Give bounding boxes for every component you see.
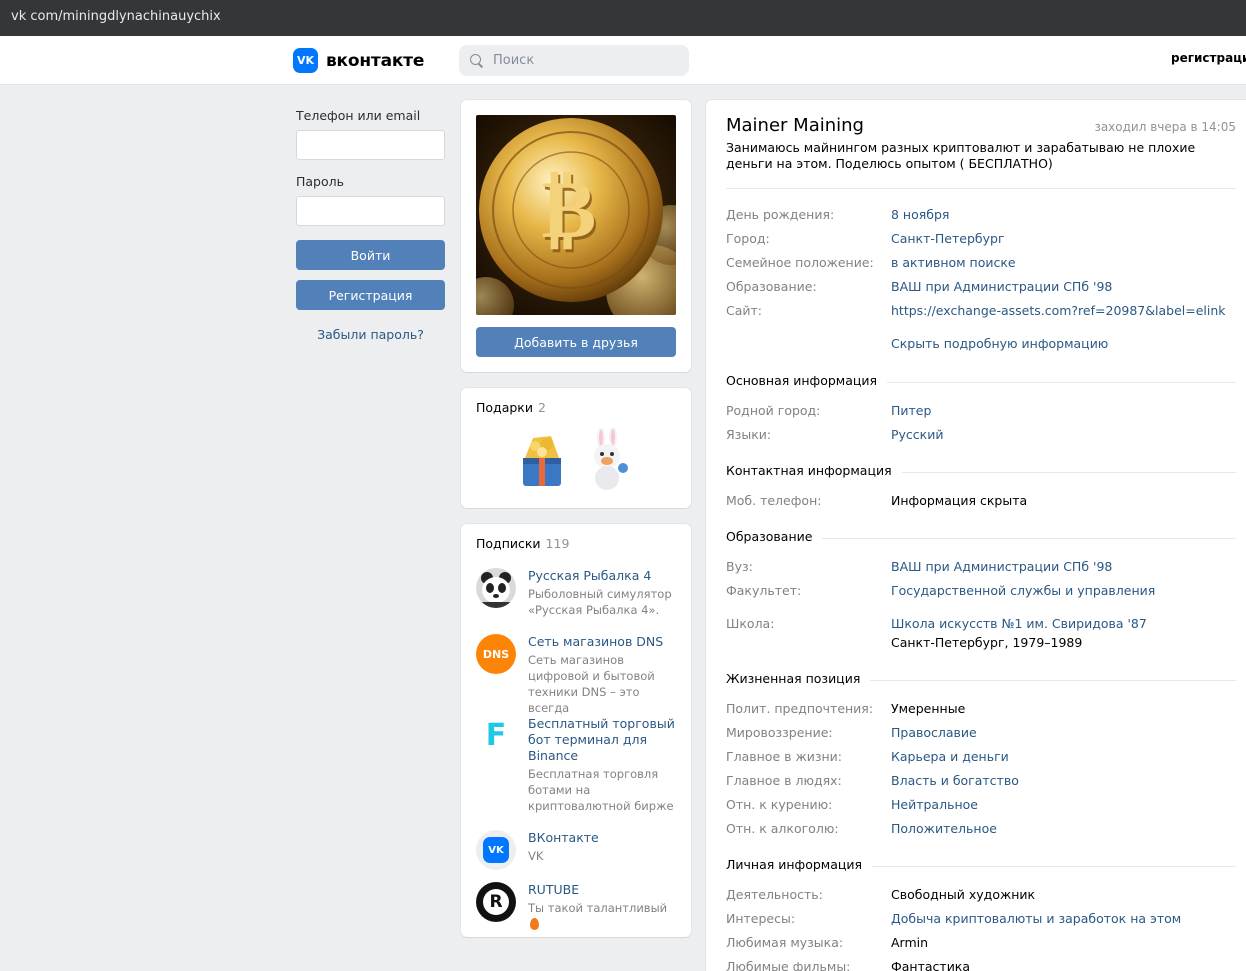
svg-text:₿: ₿ [542, 161, 597, 257]
subscription-name[interactable]: Русская Рыбалка 4 [528, 568, 678, 584]
rutube-logo-icon: R [476, 882, 516, 922]
vk-logo-icon: VK [476, 830, 516, 870]
register-button[interactable]: Регистрация [296, 280, 445, 310]
subscriptions-count: 119 [545, 536, 570, 551]
subscription-desc: VK [528, 849, 544, 863]
password-field[interactable] [296, 196, 445, 226]
profile-status: Занимаюсь майнингом разных криптовалют и… [726, 140, 1196, 171]
address-bar[interactable]: vk com/miningdlynachinauychix [0, 0, 1246, 36]
subscription-name[interactable]: Сеть магазинов DNS [528, 634, 678, 650]
fire-icon [530, 918, 539, 930]
profile-name: Mainer Maining [726, 115, 864, 136]
section-basic-info: Основная информация [726, 373, 1236, 392]
top-header: VK вконтакте Поиск регистрация [0, 36, 1246, 85]
panda-avatar-icon [476, 568, 516, 608]
subscription-desc: Сеть магазинов цифровой и бытовой техник… [528, 653, 655, 715]
vk-logo-icon: VK [293, 48, 318, 73]
divider [726, 188, 1236, 189]
gifts-count: 2 [537, 400, 546, 415]
login-button[interactable]: Войти [296, 240, 445, 270]
subscription-desc: Ты такой талантливый [528, 900, 680, 932]
subscriptions-card: Подписки 119 Русская Рыбалка 4 Рыболовный… [461, 524, 691, 937]
search-icon [469, 53, 484, 68]
vk-logo[interactable]: VK вконтакте [293, 48, 424, 73]
gift-treasure-chest-icon[interactable] [513, 428, 571, 492]
last-seen: заходил вчера в 14:05 [1094, 120, 1236, 134]
password-label: Пароль [296, 174, 344, 189]
f-logo-icon: F [476, 716, 516, 756]
register-link[interactable]: регистрация [1171, 51, 1246, 65]
search-input[interactable]: Поиск [459, 45, 689, 76]
subscription-desc: Рыболовный симулятор «Русская Рыбалка 4»… [528, 587, 672, 617]
phone-label: Телефон или email [296, 108, 421, 123]
subscription-desc: Бесплатная торговля ботами на криптовалю… [528, 767, 674, 813]
phone-email-field[interactable] [296, 130, 445, 160]
section-contact-info: Контактная информация [726, 463, 1236, 482]
subscriptions-header[interactable]: Подписки 119 [476, 536, 569, 551]
add-friend-button[interactable]: Добавить в друзья [476, 327, 676, 357]
login-form: Телефон или email Пароль Войти Регистрац… [296, 108, 445, 342]
profile-avatar[interactable]: ₿ ₿ [476, 115, 676, 315]
hide-details-link[interactable]: Скрыть подробную информацию [891, 336, 1108, 351]
section-life-position: Жизненная позиция [726, 671, 1236, 690]
subscriptions-title: Подписки [476, 536, 541, 551]
gifts-card: Подарки 2 [461, 388, 691, 508]
section-education: Образование [726, 529, 1236, 548]
subscription-name[interactable]: RUTUBE [528, 882, 678, 898]
avatar-card: ₿ ₿ Добавить в друзья [461, 100, 691, 372]
forgot-password-link[interactable]: Забыли пароль? [296, 327, 445, 342]
address-bar-url: vk com/miningdlynachinauychix [11, 9, 221, 24]
vk-logo-text: вконтакте [326, 50, 425, 71]
gift-bunny-icon[interactable] [581, 426, 639, 492]
subscription-name[interactable]: Бесплатный торговый бот терминал для Bin… [528, 716, 678, 764]
subscription-name[interactable]: ВКонтакте [528, 830, 678, 846]
section-personal-info: Личная информация [726, 857, 1236, 876]
profile-info-card: Mainer Maining заходил вчера в 14:05 Зан… [706, 100, 1246, 971]
dns-logo-icon: DNS [476, 634, 516, 674]
gifts-header[interactable]: Подарки 2 [476, 400, 546, 415]
gifts-title: Подарки [476, 400, 533, 415]
search-placeholder: Поиск [493, 53, 535, 68]
